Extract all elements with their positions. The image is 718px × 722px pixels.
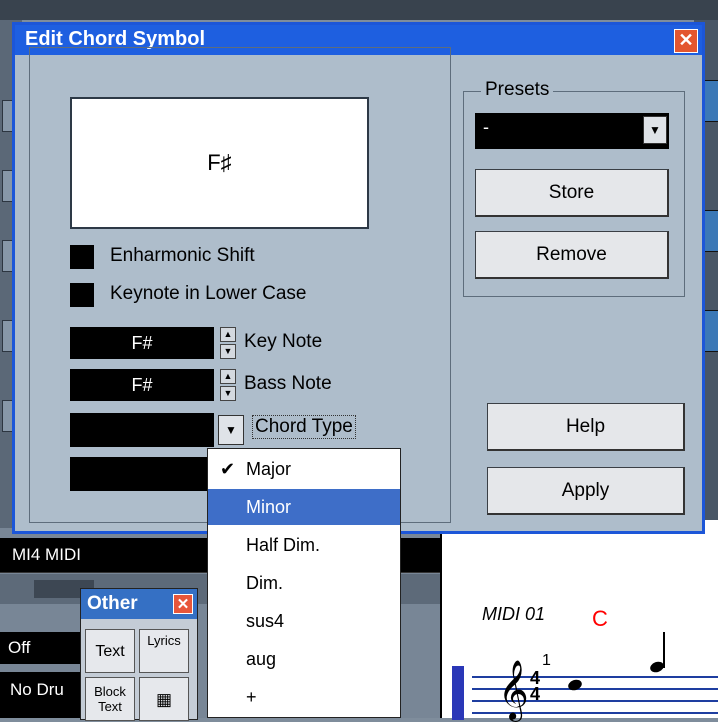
score-editor[interactable]: MIDI 01 C 1 𝄞 4 4: [440, 520, 718, 720]
chord-preview: F♯: [70, 97, 369, 229]
menu-item-major[interactable]: ✔ Major: [208, 451, 400, 487]
block-text-tool-button[interactable]: Block Text: [85, 677, 135, 721]
menu-item-label: Major: [246, 459, 292, 479]
dropdown-arrow-icon[interactable]: ▼: [218, 415, 244, 445]
presets-legend: Presets: [481, 79, 554, 101]
menu-item-plus[interactable]: +: [208, 679, 400, 715]
menu-item-label: sus4: [246, 611, 285, 631]
time-signature: 4 4: [530, 669, 541, 704]
down-arrow-icon[interactable]: ▼: [220, 344, 236, 359]
chord-type-label: Chord Type: [252, 415, 356, 439]
presets-select[interactable]: - ▼: [475, 113, 669, 149]
enharmonic-shift-label: Enharmonic Shift: [110, 245, 255, 266]
help-button[interactable]: Help: [487, 403, 685, 451]
menu-item-sus4[interactable]: sus4: [208, 603, 400, 639]
menu-item-aug[interactable]: aug: [208, 641, 400, 677]
note-stem: [663, 632, 665, 668]
grid-icon: ▦: [155, 690, 173, 709]
down-arrow-icon[interactable]: ▼: [220, 386, 236, 401]
chord-type-combo[interactable]: [70, 413, 214, 447]
key-note-field[interactable]: F#: [70, 327, 214, 359]
bass-note-field[interactable]: F#: [70, 369, 214, 401]
store-button[interactable]: Store: [475, 169, 669, 217]
dropdown-arrow-icon[interactable]: ▼: [643, 116, 667, 144]
remove-button[interactable]: Remove: [475, 231, 669, 279]
score-chord-symbol[interactable]: C: [592, 606, 608, 632]
presets-selected-value: -: [483, 117, 489, 137]
time-signature-bottom: 4: [530, 684, 541, 704]
lowercase-keynote-checkbox[interactable]: [70, 283, 94, 307]
close-icon[interactable]: ✕: [173, 594, 193, 614]
grid-tool-button[interactable]: ▦: [139, 677, 189, 721]
bar-number: 1: [542, 652, 551, 669]
enharmonic-shift-checkbox[interactable]: [70, 245, 94, 269]
checkmark-icon: ✔: [220, 459, 236, 479]
other-palette-title[interactable]: Other ✕: [81, 589, 197, 619]
key-note-label: Key Note: [244, 331, 323, 352]
apply-button[interactable]: Apply: [487, 467, 685, 515]
menu-item-label: Dim.: [246, 573, 283, 593]
off-field[interactable]: Off: [0, 632, 82, 664]
score-track-name: MIDI 01: [482, 604, 546, 624]
app-toolbar-strip: [0, 0, 718, 20]
close-icon[interactable]: ✕: [674, 29, 698, 53]
bass-note-label: Bass Note: [244, 373, 332, 394]
up-arrow-icon[interactable]: ▲: [220, 327, 236, 342]
other-palette[interactable]: Other ✕ Text Lyrics Block Text ▦: [80, 588, 198, 721]
menu-item-label: +: [246, 687, 257, 707]
up-arrow-icon[interactable]: ▲: [220, 369, 236, 384]
bass-note-spinner[interactable]: ▲ ▼: [220, 369, 236, 401]
menu-item-label: Half Dim.: [246, 535, 321, 555]
chord-type-menu[interactable]: ✔ Major Minor Half Dim. Dim. sus4 aug +: [207, 448, 401, 718]
tension-combo[interactable]: [70, 457, 220, 491]
text-tool-button[interactable]: Text: [85, 629, 135, 673]
midi-track-label: MI4 MIDI: [12, 545, 81, 564]
treble-clef-icon: 𝄞: [498, 660, 529, 720]
drum-map-field[interactable]: No Dru: [0, 672, 82, 718]
menu-item-label: aug: [246, 649, 277, 669]
other-palette-title-text: Other: [87, 593, 138, 614]
menu-item-dim[interactable]: Dim.: [208, 565, 400, 601]
menu-item-minor[interactable]: Minor: [208, 489, 400, 525]
lowercase-keynote-label: Keynote in Lower Case: [110, 283, 307, 304]
menu-item-label: Minor: [246, 497, 292, 517]
lyrics-tool-button[interactable]: Lyrics: [139, 629, 189, 673]
menu-item-half-dim[interactable]: Half Dim.: [208, 527, 400, 563]
key-note-spinner[interactable]: ▲ ▼: [220, 327, 236, 359]
staff-selection-bar: [452, 666, 464, 720]
